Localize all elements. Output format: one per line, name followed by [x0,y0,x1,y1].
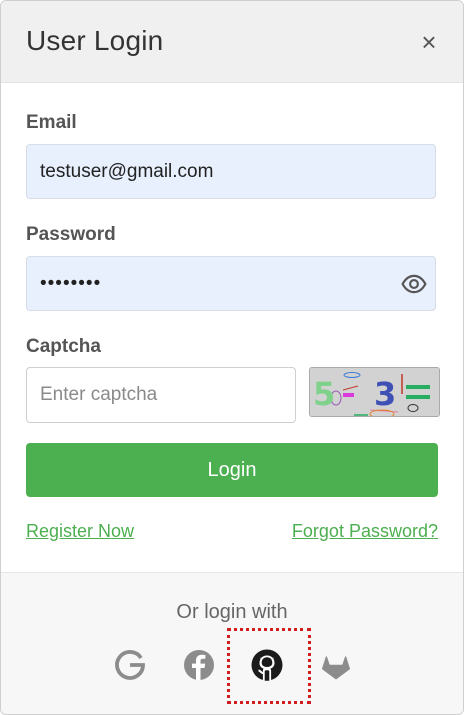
github-icon[interactable] [249,647,285,683]
password-field[interactable] [26,256,436,311]
facebook-icon[interactable] [181,647,217,683]
dialog-title: User Login [26,25,164,56]
dialog-header: User Login × [1,1,463,83]
login-button[interactable]: Login [26,443,438,497]
show-password-icon[interactable] [401,271,427,297]
social-login-footer [1,572,463,714]
or-login-with-text: Or login with [176,601,288,623]
svg-text:3: 3 [374,375,396,413]
email-label: Email [26,112,77,133]
captcha-label: Captcha [26,336,101,357]
google-icon[interactable] [112,647,148,683]
register-link[interactable]: Register Now [26,521,134,542]
close-button[interactable]: × [417,29,441,55]
captcha-image[interactable]: 5 3 [309,367,440,417]
email-field[interactable] [26,144,436,199]
captcha-input[interactable] [26,367,296,423]
login-dialog: User Login × Email Password Captcha 5 3 [0,0,464,715]
password-label: Password [26,224,116,245]
svg-text:5: 5 [313,375,335,413]
forgot-password-link[interactable]: Forgot Password? [292,521,438,542]
gitlab-icon[interactable] [318,647,354,683]
